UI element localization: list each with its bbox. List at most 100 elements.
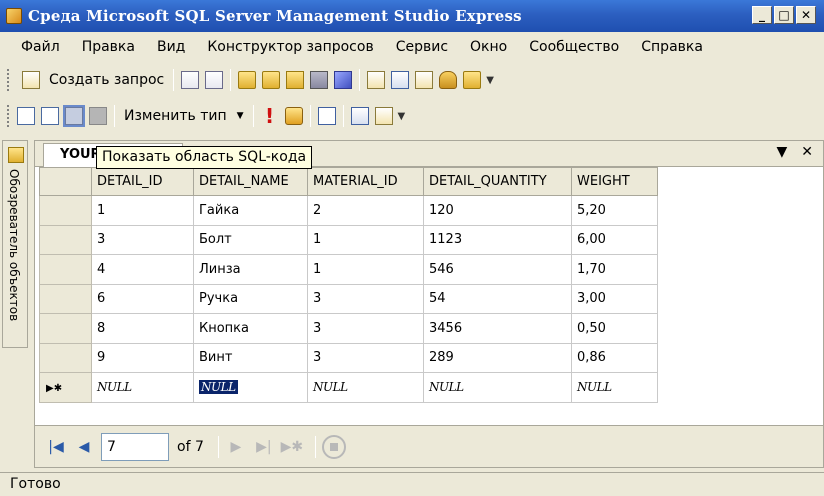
cell[interactable]: 120	[423, 195, 572, 226]
table-row[interactable]: 1 Гайка 2 120 5,20	[39, 195, 658, 226]
row-header[interactable]	[39, 342, 92, 373]
null-cell[interactable]: NULL	[91, 372, 194, 403]
add-table-icon[interactable]	[350, 107, 369, 125]
toolbar-options-icon[interactable]: ▼	[398, 111, 406, 122]
object-explorer-tab[interactable]: Обозреватель объектов	[2, 140, 28, 348]
null-cell-selected[interactable]: NULL	[193, 372, 308, 403]
cell[interactable]: 4	[91, 254, 194, 285]
corner-cell[interactable]	[39, 167, 92, 196]
registered-servers-icon[interactable]	[367, 71, 386, 89]
cell[interactable]: Винт	[193, 342, 308, 373]
next-record-icon[interactable]: ▶	[225, 436, 247, 458]
menu-help[interactable]: Справка	[630, 39, 714, 55]
new-project-icon[interactable]	[205, 71, 224, 89]
properties-icon[interactable]	[391, 71, 410, 89]
menu-view[interactable]: Вид	[146, 39, 196, 55]
close-button[interactable]: ✕	[796, 6, 816, 24]
template-explorer-icon[interactable]	[439, 71, 458, 89]
toolbar-grip[interactable]	[6, 68, 10, 92]
menu-query-designer[interactable]: Конструктор запросов	[196, 39, 384, 55]
row-header[interactable]	[39, 283, 92, 314]
menu-edit[interactable]: Правка	[71, 39, 146, 55]
close-document-icon[interactable]: ✕	[801, 144, 813, 160]
row-header[interactable]	[39, 195, 92, 226]
new-file-icon[interactable]	[181, 71, 200, 89]
cell[interactable]: 3	[307, 283, 424, 314]
cell[interactable]: Линза	[193, 254, 308, 285]
first-record-icon[interactable]: |◀	[45, 436, 67, 458]
open-file-icon[interactable]	[238, 71, 257, 89]
column-header[interactable]: MATERIAL_ID	[307, 167, 424, 196]
table-row[interactable]: 4 Линза 1 546 1,70	[39, 254, 658, 285]
maximize-button[interactable]: □	[774, 6, 794, 24]
menu-file[interactable]: Файл	[10, 39, 71, 55]
group-by-icon[interactable]	[317, 107, 336, 125]
cell[interactable]: 3	[91, 224, 194, 255]
object-icon[interactable]	[334, 71, 353, 89]
table-row[interactable]: 6 Ручка 3 54 3,00	[39, 283, 658, 314]
cell[interactable]: 3456	[423, 313, 572, 344]
show-sql-pane-icon[interactable]	[63, 105, 85, 127]
cell[interactable]: 289	[423, 342, 572, 373]
cell[interactable]: 1	[91, 195, 194, 226]
null-cell[interactable]: NULL	[571, 372, 658, 403]
cell[interactable]: 1	[307, 254, 424, 285]
cell[interactable]: 1	[307, 224, 424, 255]
cell[interactable]: 0,86	[571, 342, 658, 373]
table-row[interactable]: 8 Кнопка 3 3456 0,50	[39, 313, 658, 344]
cell[interactable]: 6	[91, 283, 194, 314]
previous-record-icon[interactable]: ◀	[73, 436, 95, 458]
cell[interactable]: Ручка	[193, 283, 308, 314]
column-header[interactable]: DETAIL_ID	[91, 167, 194, 196]
cell[interactable]: Болт	[193, 224, 308, 255]
row-header[interactable]	[39, 224, 92, 255]
stop-icon[interactable]	[321, 434, 346, 459]
execute-icon[interactable]: !	[261, 106, 279, 126]
cell[interactable]: 5,20	[571, 195, 658, 226]
open-project-icon[interactable]	[262, 71, 281, 89]
minimize-button[interactable]: _	[752, 6, 772, 24]
cell[interactable]: 1123	[423, 224, 572, 255]
window-list-icon[interactable]: ▼	[776, 144, 787, 160]
last-record-icon[interactable]: ▶|	[253, 436, 275, 458]
add-derived-table-icon[interactable]	[374, 107, 393, 125]
cell[interactable]: 3	[307, 342, 424, 373]
toolbar-grip[interactable]	[6, 104, 10, 128]
menu-community[interactable]: Сообщество	[518, 39, 630, 55]
remove-icon[interactable]	[286, 71, 305, 89]
cell[interactable]: Гайка	[193, 195, 308, 226]
new-row[interactable]: ▶✱ NULL NULL NULL NULL NULL	[39, 372, 658, 403]
menu-tools[interactable]: Сервис	[385, 39, 459, 55]
menu-window[interactable]: Окно	[459, 39, 518, 55]
table-row[interactable]: 3 Болт 1 1123 6,00	[39, 224, 658, 255]
change-type-button[interactable]: Изменить тип ▼	[119, 103, 249, 129]
save-icon[interactable]	[310, 71, 329, 89]
row-header[interactable]	[39, 254, 92, 285]
new-row-header[interactable]: ▶✱	[39, 372, 92, 403]
cell[interactable]: 3	[307, 313, 424, 344]
column-header[interactable]: DETAIL_NAME	[193, 167, 308, 196]
cell[interactable]: 0,50	[571, 313, 658, 344]
cell[interactable]: 54	[423, 283, 572, 314]
cell[interactable]: 2	[307, 195, 424, 226]
solution-explorer-icon[interactable]	[463, 71, 482, 89]
current-record-input[interactable]	[101, 432, 169, 461]
null-cell[interactable]: NULL	[307, 372, 424, 403]
toolbar-options-icon[interactable]: ▼	[486, 75, 494, 86]
cell[interactable]: 1,70	[571, 254, 658, 285]
show-results-pane-icon[interactable]	[89, 107, 107, 125]
show-criteria-pane-icon[interactable]	[41, 107, 59, 125]
cell[interactable]: 9	[91, 342, 194, 373]
new-query-button[interactable]: Создать запрос	[14, 67, 169, 93]
cell[interactable]: 546	[423, 254, 572, 285]
show-diagram-pane-icon[interactable]	[17, 107, 35, 125]
cell[interactable]: Кнопка	[193, 313, 308, 344]
null-cell[interactable]: NULL	[423, 372, 572, 403]
verify-sql-icon[interactable]	[284, 107, 303, 125]
cell[interactable]: 8	[91, 313, 194, 344]
column-header[interactable]: WEIGHT	[571, 167, 658, 196]
cell[interactable]: 3,00	[571, 283, 658, 314]
summary-icon[interactable]	[415, 71, 434, 89]
row-header[interactable]	[39, 313, 92, 344]
new-record-icon[interactable]: ▶✱	[281, 436, 304, 458]
